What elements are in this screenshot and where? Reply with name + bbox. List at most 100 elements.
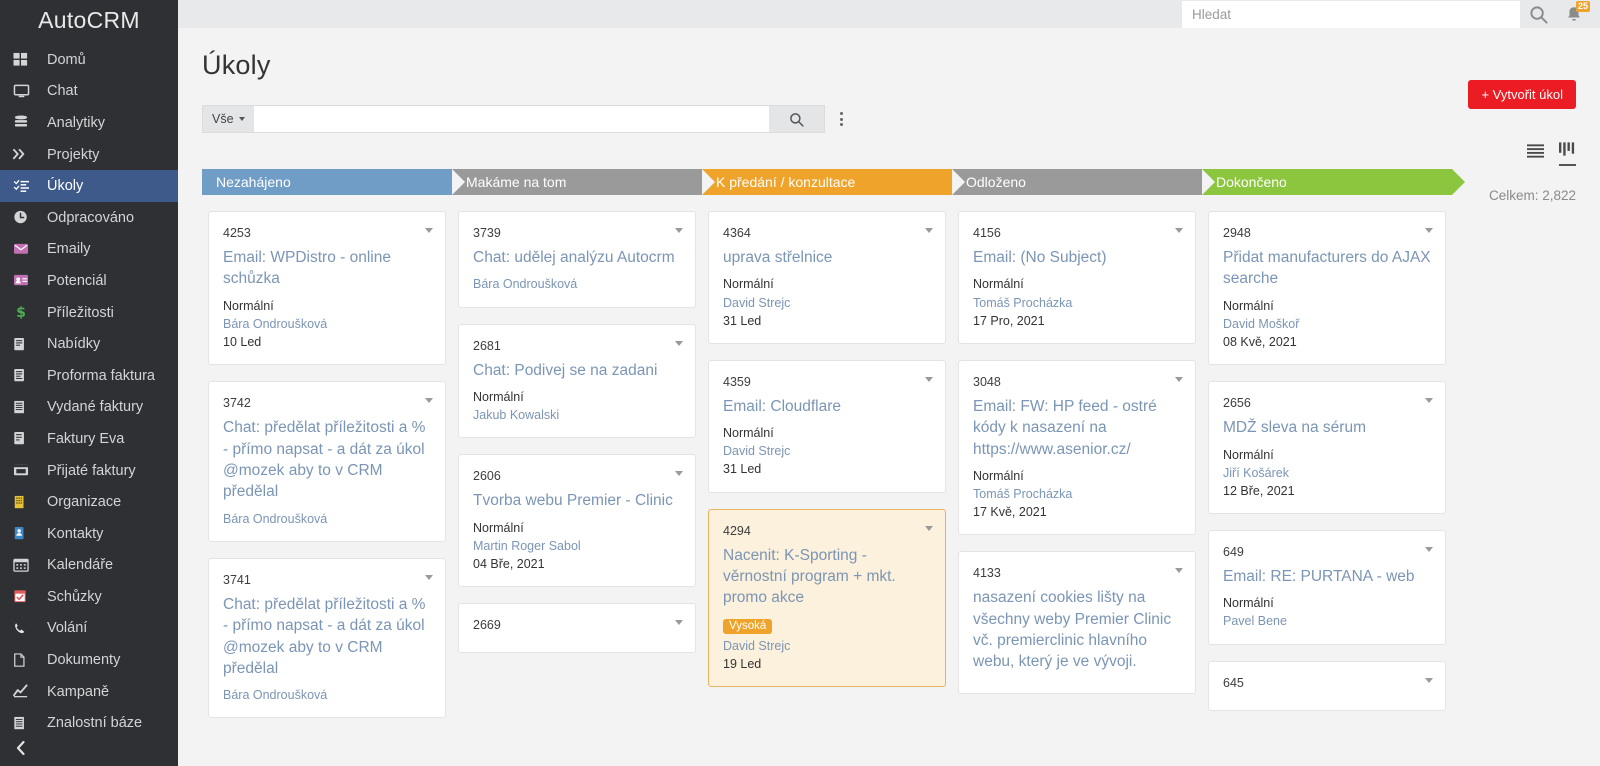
task-title[interactable]: uprava střelnice — [723, 247, 931, 268]
sidebar-item-9[interactable]: Nabídky — [0, 328, 178, 360]
task-assignee[interactable]: David Moškoř — [1223, 315, 1431, 333]
global-search-button[interactable] — [1520, 0, 1556, 28]
task-card[interactable]: 645 — [1208, 660, 1446, 711]
task-assignee[interactable]: Jakub Kowalski — [473, 406, 681, 424]
task-card[interactable]: 2669 — [458, 602, 696, 653]
chevron-down-icon[interactable] — [1425, 228, 1433, 233]
chevron-down-icon[interactable] — [925, 525, 933, 531]
kanban-column-header[interactable]: Dokončeno — [1202, 169, 1465, 195]
task-title[interactable]: Email: FW: HP feed - ostré kódy k nasaze… — [973, 396, 1181, 460]
task-title[interactable]: Tvorba webu Premier - Clinic — [473, 490, 681, 511]
kanban-view-button[interactable] — [1559, 142, 1576, 166]
sidebar-collapse-button[interactable] — [0, 740, 178, 759]
sidebar-item-0[interactable]: Domů — [0, 44, 178, 76]
task-card[interactable]: 2606 Tvorba webu Premier - Clinic Normální… — [458, 454, 696, 587]
chevron-down-icon[interactable] — [1175, 376, 1183, 382]
task-assignee[interactable]: Pavel Bene — [1223, 612, 1431, 630]
task-title[interactable]: Chat: Podivej se na zadani — [473, 360, 681, 381]
chevron-down-icon[interactable] — [675, 471, 683, 477]
chevron-down-icon[interactable] — [675, 340, 683, 346]
chevron-down-icon[interactable] — [675, 619, 683, 625]
task-card[interactable]: 4133 nasazení cookies lišty na všechny we… — [958, 551, 1196, 694]
task-card[interactable]: 3048 Email: FW: HP feed - ostré kódy k na… — [958, 359, 1196, 536]
task-assignee[interactable]: David Strejc — [723, 637, 931, 655]
task-assignee[interactable]: Bára Ondroušková — [223, 510, 431, 528]
sidebar-item-6[interactable]: Emaily — [0, 234, 178, 266]
task-title[interactable]: Chat: předělat příležitosti a % - přímo … — [223, 417, 431, 503]
task-assignee[interactable]: David Strejc — [723, 294, 931, 312]
global-search-input[interactable] — [1182, 0, 1520, 28]
task-card[interactable]: 4294 Nacenit: K-Sporting - věrnostní prog… — [708, 508, 946, 687]
sidebar-item-5[interactable]: Odpracováno — [0, 202, 178, 234]
sidebar-item-14[interactable]: Organizace — [0, 486, 178, 518]
task-assignee[interactable]: David Strejc — [723, 442, 931, 460]
task-assignee[interactable]: Martin Roger Sabol — [473, 537, 681, 555]
task-card[interactable]: 4156 Email: (No Subject) Normální Tomáš Pro… — [958, 211, 1196, 344]
sidebar-item-3[interactable]: Projekty — [0, 139, 178, 171]
sidebar-item-15[interactable]: Kontakty — [0, 518, 178, 550]
task-title[interactable]: Email: Cloudflare — [723, 396, 931, 417]
app-logo[interactable]: AutoCRM — [0, 0, 178, 38]
sidebar-item-20[interactable]: Kampaně — [0, 676, 178, 708]
create-task-button[interactable]: + Vytvořit úkol — [1468, 80, 1576, 109]
kanban-column-header[interactable]: Nezahájeno — [202, 169, 465, 195]
task-assignee[interactable]: Bára Ondroušková — [473, 275, 681, 293]
sidebar-item-18[interactable]: Volání — [0, 613, 178, 645]
task-title[interactable]: nasazení cookies lišty na všechny weby P… — [973, 587, 1181, 673]
sidebar-item-1[interactable]: Chat — [0, 76, 178, 108]
sidebar-item-4[interactable]: Úkoly — [0, 170, 178, 202]
sidebar-item-19[interactable]: Dokumenty — [0, 644, 178, 676]
sidebar-item-17[interactable]: Schůzky — [0, 581, 178, 613]
task-assignee[interactable]: Tomáš Procházka — [973, 485, 1181, 503]
kanban-column-header[interactable]: Makáme na tom — [452, 169, 715, 195]
chevron-down-icon[interactable] — [1425, 677, 1433, 683]
chevron-down-icon[interactable] — [425, 398, 433, 404]
task-title[interactable]: Email: RE: PURTANA - web — [1223, 566, 1431, 587]
sidebar-item-7[interactable]: Potenciál — [0, 265, 178, 297]
sidebar-item-21[interactable]: Znalostní báze — [0, 707, 178, 739]
chevron-down-icon[interactable] — [425, 228, 433, 233]
chevron-down-icon[interactable] — [925, 376, 933, 382]
task-card[interactable]: 4253 Email: WPDistro - online schůzka Norm… — [208, 211, 446, 366]
task-assignee[interactable]: Bára Ondroušková — [223, 315, 431, 333]
sidebar-item-8[interactable]: $ Příležitosti — [0, 297, 178, 329]
notifications-button[interactable]: 25 — [1556, 0, 1592, 28]
chevron-down-icon[interactable] — [675, 228, 683, 233]
task-assignee[interactable]: Jiří Košárek — [1223, 464, 1431, 482]
task-assignee[interactable]: Tomáš Procházka — [973, 294, 1181, 312]
task-title[interactable]: MDŽ sleva na sérum — [1223, 417, 1431, 438]
task-card[interactable]: 649 Email: RE: PURTANA - web Normální Pavel… — [1208, 529, 1446, 645]
kanban-column-header[interactable]: K předání / konzultace — [702, 169, 965, 195]
task-card[interactable]: 2948 Přidat manufacturers do AJAX searche… — [1208, 211, 1446, 366]
task-card[interactable]: 3742 Chat: předělat příležitosti a % - př… — [208, 381, 446, 542]
task-card[interactable]: 3741 Chat: předělat příležitosti a % - př… — [208, 557, 446, 719]
sidebar-item-13[interactable]: Přijaté faktury — [0, 455, 178, 487]
task-card[interactable]: 4364 uprava střelnice Normální David Strejc… — [708, 211, 946, 344]
chevron-down-icon[interactable] — [1425, 546, 1433, 552]
toolbar-more-button[interactable] — [825, 105, 859, 133]
chevron-down-icon[interactable] — [1175, 568, 1183, 574]
task-title[interactable]: Nacenit: K-Sporting - věrnostní program … — [723, 545, 931, 609]
task-card[interactable]: 2656 MDŽ sleva na sérum Normální Jiří Košár… — [1208, 381, 1446, 514]
kanban-column-header[interactable]: Odloženo — [952, 169, 1215, 195]
chevron-down-icon[interactable] — [1425, 398, 1433, 404]
sidebar-item-12[interactable]: Faktury Eva — [0, 423, 178, 455]
sidebar-item-16[interactable]: Kalendáře — [0, 550, 178, 582]
task-title[interactable]: Email: (No Subject) — [973, 247, 1181, 268]
task-card[interactable]: 4359 Email: Cloudflare Normální David Strej… — [708, 359, 946, 493]
sidebar-item-10[interactable]: Proforma faktura — [0, 360, 178, 392]
task-assignee[interactable]: Bára Ondroušková — [223, 686, 431, 704]
chevron-down-icon[interactable] — [425, 574, 433, 580]
task-search-input[interactable] — [253, 105, 769, 133]
chevron-down-icon[interactable] — [925, 228, 933, 233]
task-card[interactable]: 3739 Chat: udělej analýzu Autocrm Bára Ond… — [458, 211, 696, 308]
task-card[interactable]: 2681 Chat: Podivej se na zadani Normální Ja… — [458, 323, 696, 439]
scope-dropdown[interactable]: Vše — [202, 105, 254, 133]
sidebar-item-2[interactable]: Analytiky — [0, 107, 178, 139]
task-title[interactable]: Chat: předělat příležitosti a % - přímo … — [223, 594, 431, 680]
task-title[interactable]: Přidat manufacturers do AJAX searche — [1223, 247, 1431, 290]
list-view-button[interactable] — [1527, 144, 1544, 166]
sidebar-item-11[interactable]: Vydané faktury — [0, 392, 178, 424]
task-title[interactable]: Chat: udělej analýzu Autocrm — [473, 247, 681, 268]
task-title[interactable]: Email: WPDistro - online schůzka — [223, 247, 431, 290]
